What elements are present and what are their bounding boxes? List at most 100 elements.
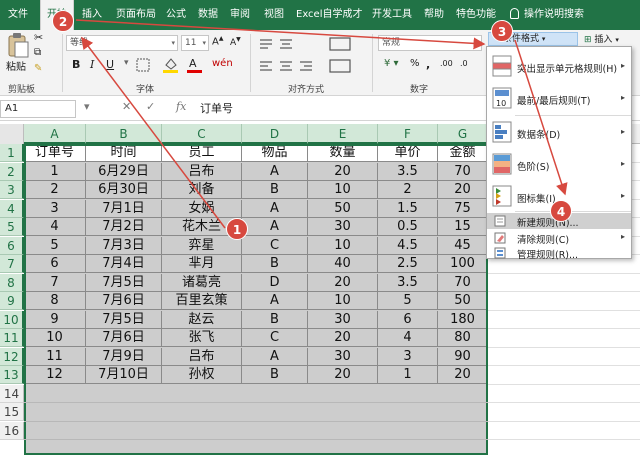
tab-developer[interactable]: 开发工具 xyxy=(372,0,412,30)
number-format-combo[interactable]: 常规 ▾ xyxy=(378,35,482,51)
row-header-12[interactable]: 12 xyxy=(0,347,24,366)
table-header-cell[interactable]: 时间 xyxy=(86,144,162,162)
table-cell[interactable]: A xyxy=(242,292,308,310)
table-cell[interactable]: D xyxy=(242,273,308,292)
row-header-15[interactable]: 15 xyxy=(0,403,24,421)
row-header-6[interactable]: 6 xyxy=(0,236,24,255)
menu-item-highlight-cells-rules[interactable]: 突出显示单元格规则(H) ▸ xyxy=(487,53,631,79)
table-cell[interactable]: 90 xyxy=(438,347,488,366)
table-cell[interactable]: 80 xyxy=(438,329,488,347)
table-cell[interactable]: 3.5 xyxy=(378,162,438,181)
table-cell[interactable]: 10 xyxy=(24,329,86,347)
tab-excel-self-study[interactable]: Excel自学成才 xyxy=(296,0,363,30)
row-header-9[interactable]: 9 xyxy=(0,292,24,310)
format-painter-icon[interactable]: ✎ xyxy=(34,63,42,74)
formula-input[interactable]: 订单号 xyxy=(200,100,233,118)
tab-file[interactable]: 文件 xyxy=(8,0,28,30)
table-cell[interactable]: 吕布 xyxy=(162,162,242,181)
table-cell[interactable]: 5 xyxy=(24,236,86,255)
tab-view[interactable]: 视图 xyxy=(264,0,284,30)
row-header-7[interactable]: 7 xyxy=(0,255,24,273)
table-cell[interactable]: 吕布 xyxy=(162,347,242,366)
table-cell[interactable]: 弈星 xyxy=(162,236,242,255)
copy-icon[interactable]: ⧉ xyxy=(34,47,41,58)
row-header-5[interactable]: 5 xyxy=(0,218,24,236)
table-cell[interactable]: 4.5 xyxy=(378,236,438,255)
table-cell[interactable]: 20 xyxy=(308,273,378,292)
column-header-d[interactable]: D xyxy=(242,124,308,144)
table-cell[interactable]: 6月29日 xyxy=(86,162,162,181)
table-cell[interactable]: 10 xyxy=(308,236,378,255)
table-cell[interactable]: 7月5日 xyxy=(86,273,162,292)
menu-item-manage-rules[interactable]: 管理规则(R)... xyxy=(487,246,631,261)
column-header-c[interactable]: C xyxy=(162,124,242,144)
table-cell[interactable]: 180 xyxy=(438,310,488,329)
table-cell[interactable]: 11 xyxy=(24,347,86,366)
table-cell[interactable]: 2 xyxy=(378,181,438,199)
table-cell[interactable]: 9 xyxy=(24,310,86,329)
tell-me-search[interactable]: 操作说明搜索 xyxy=(510,0,584,30)
table-cell[interactable]: 1 xyxy=(378,366,438,384)
borders-icon[interactable] xyxy=(136,58,152,72)
table-cell[interactable]: 8 xyxy=(24,292,86,310)
table-header-cell[interactable]: 物品 xyxy=(242,144,308,162)
table-cell[interactable]: 7月9日 xyxy=(86,347,162,366)
cancel-icon[interactable]: ✕ xyxy=(122,100,131,113)
decrease-decimal-icon[interactable]: .0 xyxy=(460,59,468,68)
table-cell[interactable]: 50 xyxy=(308,199,378,218)
row-header-16[interactable]: 16 xyxy=(0,421,24,440)
table-cell[interactable]: 1.5 xyxy=(378,199,438,218)
table-header-cell[interactable]: 单价 xyxy=(378,144,438,162)
table-cell[interactable]: 7月4日 xyxy=(86,255,162,273)
table-cell[interactable]: 4 xyxy=(378,329,438,347)
table-cell[interactable]: 7月1日 xyxy=(86,199,162,218)
row-header-1[interactable]: 1 xyxy=(0,144,24,162)
table-cell[interactable]: 芈月 xyxy=(162,255,242,273)
column-header-e[interactable]: E xyxy=(308,124,378,144)
menu-item-top-bottom-rules[interactable]: 10 最前/最后规则(T) ▸ xyxy=(487,85,631,111)
table-cell[interactable]: 5 xyxy=(378,292,438,310)
table-cell[interactable]: 7月5日 xyxy=(86,310,162,329)
table-cell[interactable]: 刘备 xyxy=(162,181,242,199)
fill-color-icon[interactable] xyxy=(162,56,180,74)
table-header-cell[interactable]: 金额 xyxy=(438,144,488,162)
table-cell[interactable]: 4 xyxy=(24,218,86,236)
table-cell[interactable]: 女娲 xyxy=(162,199,242,218)
cut-icon[interactable]: ✂ xyxy=(34,31,43,44)
font-size-combo[interactable]: 11 ▾ xyxy=(181,35,209,51)
percent-icon[interactable]: % xyxy=(410,58,420,69)
alignment-icons[interactable] xyxy=(258,36,368,76)
table-cell[interactable]: 3 xyxy=(24,199,86,218)
table-cell[interactable]: 7月10日 xyxy=(86,366,162,384)
table-cell[interactable]: 20 xyxy=(438,366,488,384)
italic-icon[interactable]: I xyxy=(90,58,94,71)
table-cell[interactable]: 孙权 xyxy=(162,366,242,384)
table-cell[interactable]: 40 xyxy=(308,255,378,273)
table-cell[interactable]: A xyxy=(242,199,308,218)
table-cell[interactable]: 6 xyxy=(378,310,438,329)
table-cell[interactable]: 3.5 xyxy=(378,273,438,292)
table-cell[interactable]: 7月2日 xyxy=(86,218,162,236)
table-cell[interactable]: 20 xyxy=(308,366,378,384)
font-name-combo[interactable]: 等线 ▾ xyxy=(66,35,178,51)
table-cell[interactable]: 70 xyxy=(438,162,488,181)
table-cell[interactable]: B xyxy=(242,366,308,384)
chevron-down-icon[interactable]: ▾ xyxy=(84,100,90,113)
chevron-down-icon[interactable]: ▾ xyxy=(124,58,129,68)
table-cell[interactable]: 0.5 xyxy=(378,218,438,236)
table-cell[interactable]: 诸葛亮 xyxy=(162,273,242,292)
table-cell[interactable]: 30 xyxy=(308,310,378,329)
tab-help[interactable]: 帮助 xyxy=(424,0,444,30)
menu-item-data-bars[interactable]: 数据条(D) ▸ xyxy=(487,119,631,145)
column-header-a[interactable]: A xyxy=(24,124,86,144)
table-cell[interactable]: 70 xyxy=(438,273,488,292)
table-cell[interactable]: 赵云 xyxy=(162,310,242,329)
table-cell[interactable]: 50 xyxy=(438,292,488,310)
table-cell[interactable]: 7月3日 xyxy=(86,236,162,255)
row-header-8[interactable]: 8 xyxy=(0,273,24,292)
table-cell[interactable]: 2 xyxy=(24,181,86,199)
row-header-3[interactable]: 3 xyxy=(0,181,24,199)
tab-review[interactable]: 审阅 xyxy=(230,0,250,30)
decrease-font-icon[interactable]: A▼ xyxy=(230,36,241,48)
column-header-b[interactable]: B xyxy=(86,124,162,144)
